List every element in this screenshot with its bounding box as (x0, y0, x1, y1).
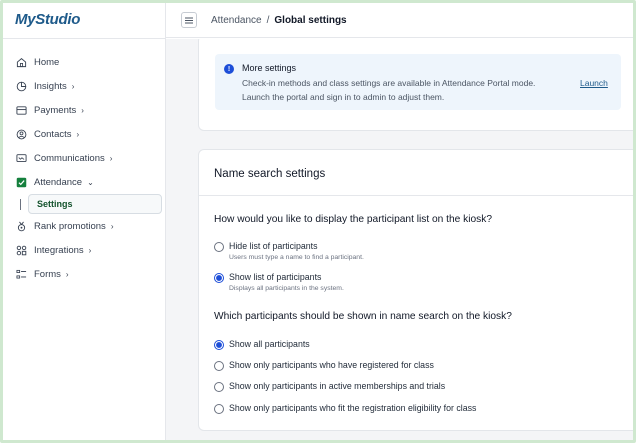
option-description: Users must type a name to find a partici… (229, 254, 364, 261)
credit-card-icon (15, 104, 27, 116)
divider (3, 38, 166, 39)
sidebar-item-label: Integrations (34, 244, 84, 256)
top-header: Attendance / Global settings (166, 3, 633, 38)
name-search-settings-card: Name search settings How would you like … (198, 149, 633, 431)
sidebar-item-attendance[interactable]: Attendance ⌄ (3, 170, 166, 194)
sidebar-item-label: Payments (34, 104, 77, 116)
chevron-right-icon: › (65, 269, 69, 279)
banner-title: More settings (242, 63, 297, 73)
radio-button[interactable] (214, 361, 224, 371)
radio-option-eligibility[interactable]: Show only participants who fit the regis… (214, 403, 476, 414)
breadcrumb-current: Global settings (274, 14, 347, 26)
sidebar-item-home[interactable]: Home (3, 50, 166, 74)
chevron-right-icon: › (81, 105, 84, 115)
main-content: ! More settings Check-in methods and cla… (166, 39, 633, 440)
user-circle-icon (15, 128, 27, 140)
chat-icon (15, 152, 27, 164)
sidebar-item-integrations[interactable]: Integrations › (3, 238, 166, 262)
radio-option-show-list[interactable]: Show list of participants Displays all p… (214, 272, 344, 292)
info-banner: ! More settings Check-in methods and cla… (215, 54, 621, 110)
option-label: Show all participants (229, 339, 310, 349)
forms-icon (15, 268, 27, 280)
question-which-participants: Which participants should be shown in na… (214, 311, 512, 322)
sidebar-item-communications[interactable]: Communications › (3, 146, 166, 170)
radio-button[interactable] (214, 382, 224, 392)
option-label: Show list of participants (229, 272, 322, 282)
integrations-icon (15, 244, 27, 256)
radio-button[interactable] (214, 404, 224, 414)
chevron-down-icon: ⌄ (87, 177, 94, 187)
option-label: Show only participants who have register… (229, 360, 434, 370)
app-frame: MyStudio Home Insights › Payments › Cont… (0, 0, 636, 443)
chevron-right-icon: › (110, 221, 114, 231)
sidebar-item-label: Forms (34, 268, 61, 280)
banner-text: Launch the portal and sign in to admin t… (242, 92, 445, 102)
banner-text: Check-in methods and class settings are … (242, 78, 536, 88)
section-title: Name search settings (214, 168, 326, 180)
launch-link[interactable]: Launch (580, 78, 608, 88)
breadcrumb-separator: / (266, 14, 270, 26)
sidebar-item-payments[interactable]: Payments › (3, 98, 166, 122)
question-display-list: How would you like to display the partic… (214, 214, 493, 225)
sidebar-subitem-settings[interactable]: Settings (20, 194, 162, 214)
option-description: Displays all participants in the system. (229, 285, 344, 292)
divider (199, 195, 633, 196)
sidebar-subitem-label: Settings (37, 199, 73, 209)
radio-option-registered[interactable]: Show only participants who have register… (214, 360, 434, 371)
radio-option-active-memberships[interactable]: Show only participants in active members… (214, 381, 445, 392)
menu-toggle-button[interactable] (181, 12, 197, 28)
sidebar-item-label: Attendance (34, 176, 83, 188)
home-icon (15, 56, 27, 68)
info-icon: ! (224, 64, 234, 74)
sidebar-item-label: Home (34, 56, 60, 68)
radio-button[interactable] (214, 242, 224, 252)
radio-button-selected[interactable] (214, 340, 224, 350)
sidebar-nav: Home Insights › Payments › Contacts › Co… (3, 50, 166, 286)
breadcrumb-parent[interactable]: Attendance (211, 15, 262, 26)
hamburger-icon (185, 11, 193, 29)
checkbox-icon (15, 176, 27, 188)
sidebar-item-rank-promotions[interactable]: Rank promotions › (3, 214, 166, 238)
medal-icon (15, 220, 27, 232)
radio-option-hide-list[interactable]: Hide list of participants Users must typ… (214, 241, 364, 261)
chevron-right-icon: › (71, 81, 75, 91)
sidebar-item-forms[interactable]: Forms › (3, 262, 166, 286)
tree-line (20, 199, 21, 210)
chevron-right-icon: › (109, 153, 113, 163)
radio-button-selected[interactable] (214, 273, 224, 283)
more-settings-card: ! More settings Check-in methods and cla… (198, 39, 633, 131)
sidebar-item-label: Contacts (34, 128, 72, 140)
option-label: Show only participants in active members… (229, 381, 446, 391)
sidebar-item-insights[interactable]: Insights › (3, 74, 166, 98)
option-label: Hide list of participants (229, 241, 318, 251)
chevron-right-icon: › (76, 129, 80, 139)
sidebar-item-label: Communications (34, 152, 105, 164)
app-logo[interactable]: MyStudio (15, 11, 80, 28)
chevron-right-icon: › (88, 245, 92, 255)
sidebar-item-label: Rank promotions (34, 220, 106, 232)
option-label: Show only participants who fit the regis… (229, 403, 477, 413)
sidebar: MyStudio Home Insights › Payments › Cont… (3, 3, 166, 440)
sidebar-item-contacts[interactable]: Contacts › (3, 122, 166, 146)
chart-pie-icon (15, 80, 27, 92)
sidebar-item-label: Insights (34, 80, 67, 92)
radio-option-all-participants[interactable]: Show all participants (214, 339, 310, 350)
